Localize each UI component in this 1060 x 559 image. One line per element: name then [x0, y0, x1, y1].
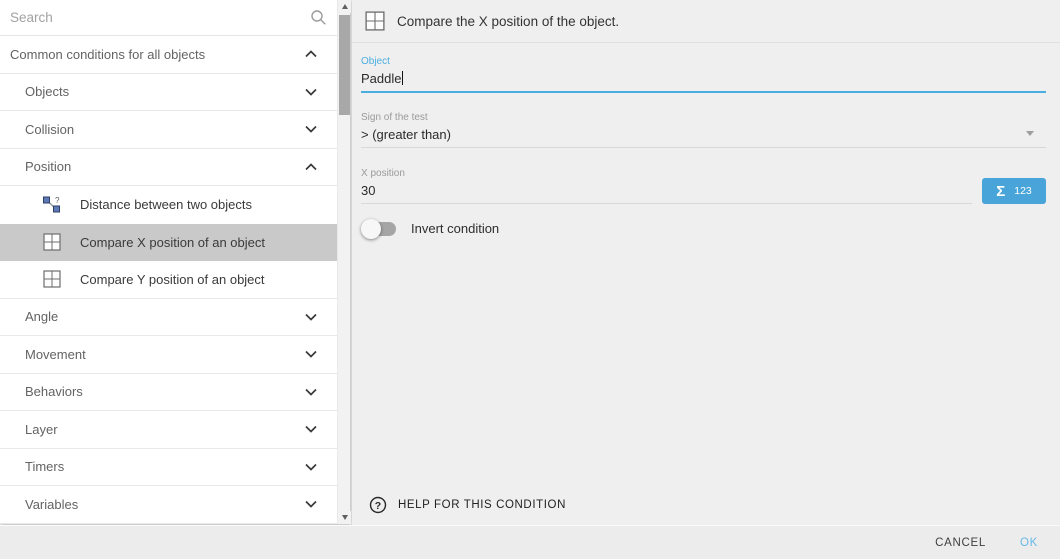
group-label: Layer: [25, 422, 58, 437]
collapse-chevron-icon: [305, 163, 317, 171]
condition-header: Compare the X position of the object.: [352, 0, 1060, 43]
sidebar-group-behaviors[interactable]: Behaviors: [0, 374, 337, 412]
condition-header-icon: [365, 11, 385, 31]
expand-chevron-icon: [305, 388, 317, 396]
sign-field-label: Sign of the test: [361, 112, 1046, 123]
sidebar-item-compare-y-position[interactable]: Compare Y position of an object: [0, 261, 337, 299]
expand-chevron-icon: [305, 125, 317, 133]
object-field[interactable]: Object Paddle: [361, 43, 1046, 93]
sidebar-item-compare-x-position[interactable]: Compare X position of an object: [0, 224, 337, 262]
expand-chevron-icon: [305, 425, 317, 433]
x-position-field: X position 30 Σ 123: [361, 148, 1046, 204]
svg-text:?: ?: [375, 500, 381, 512]
sign-field-value[interactable]: > (greater than): [361, 127, 1046, 147]
help-for-condition-button[interactable]: ? HELP FOR THIS CONDITION: [369, 496, 566, 514]
object-field-value[interactable]: Paddle: [361, 71, 1046, 91]
x-position-value[interactable]: 30: [361, 183, 972, 203]
toggle-thumb: [361, 219, 381, 239]
group-label: Position: [25, 159, 71, 174]
expression-digits-label: 123: [1014, 185, 1032, 197]
x-position-label: X position: [361, 168, 972, 179]
condition-label: Compare Y position of an object: [80, 272, 265, 287]
collapse-chevron-icon: [305, 50, 317, 58]
conditions-sidebar: Common conditions for all objects Object…: [0, 0, 350, 524]
expand-chevron-icon: [305, 500, 317, 508]
compare-y-position-icon: [42, 269, 62, 289]
invert-condition-label: Invert condition: [411, 221, 499, 236]
dialog-actions-bar: CANCEL OK: [0, 525, 1060, 559]
sidebar-group-common-conditions[interactable]: Common conditions for all objects: [0, 36, 337, 74]
group-label: Variables: [25, 497, 78, 512]
expand-chevron-icon: [305, 350, 317, 358]
expression-sigma-icon: Σ: [996, 183, 1005, 200]
group-label: Movement: [25, 347, 86, 362]
group-label: Angle: [25, 309, 58, 324]
group-label: Objects: [25, 84, 69, 99]
ok-button[interactable]: OK: [1020, 537, 1038, 549]
compare-x-position-icon: [42, 232, 62, 252]
condition-label: Compare X position of an object: [80, 235, 265, 250]
dropdown-arrow-icon[interactable]: [1026, 131, 1034, 136]
invert-condition-row: Invert condition: [361, 221, 1046, 236]
svg-text:?: ?: [55, 196, 60, 205]
x-position-input[interactable]: X position 30: [361, 168, 972, 204]
scrollbar-up-arrow-icon[interactable]: [338, 0, 351, 13]
sidebar-group-variables[interactable]: Variables: [0, 486, 337, 524]
search-field[interactable]: [0, 0, 337, 36]
search-icon: [310, 9, 327, 26]
group-label: Behaviors: [25, 384, 83, 399]
expand-chevron-icon: [305, 463, 317, 471]
condition-title: Compare the X position of the object.: [397, 14, 619, 29]
invert-condition-toggle[interactable]: [363, 222, 396, 236]
object-field-label: Object: [361, 56, 1046, 67]
sidebar-group-objects[interactable]: Objects: [0, 74, 337, 112]
expand-chevron-icon: [305, 88, 317, 96]
sign-of-test-select[interactable]: Sign of the test > (greater than): [361, 93, 1046, 148]
group-label: Common conditions for all objects: [10, 47, 205, 62]
sidebar-item-distance-between-objects[interactable]: ? Distance between two objects: [0, 186, 337, 224]
condition-label: Distance between two objects: [80, 197, 252, 212]
sidebar-group-timers[interactable]: Timers: [0, 449, 337, 487]
cancel-button[interactable]: CANCEL: [935, 537, 986, 549]
sidebar-group-angle[interactable]: Angle: [0, 299, 337, 337]
sidebar-scrollbar[interactable]: [337, 0, 350, 524]
help-circle-icon: ?: [369, 496, 387, 514]
text-cursor: [402, 71, 403, 85]
expression-editor-button[interactable]: Σ 123: [982, 178, 1046, 204]
group-label: Collision: [25, 122, 74, 137]
scrollbar-thumb[interactable]: [339, 15, 350, 115]
scrollbar-down-arrow-icon[interactable]: [338, 511, 351, 524]
sidebar-group-layer[interactable]: Layer: [0, 411, 337, 449]
group-label: Timers: [25, 459, 64, 474]
condition-editor-panel: Compare the X position of the object. Ob…: [352, 0, 1060, 525]
expand-chevron-icon: [305, 313, 317, 321]
help-label: HELP FOR THIS CONDITION: [398, 499, 566, 511]
sidebar-group-position[interactable]: Position: [0, 149, 337, 187]
sidebar-group-movement[interactable]: Movement: [0, 336, 337, 374]
sidebar-group-collision[interactable]: Collision: [0, 111, 337, 149]
distance-between-objects-icon: ?: [42, 195, 62, 215]
search-input[interactable]: [10, 10, 310, 25]
